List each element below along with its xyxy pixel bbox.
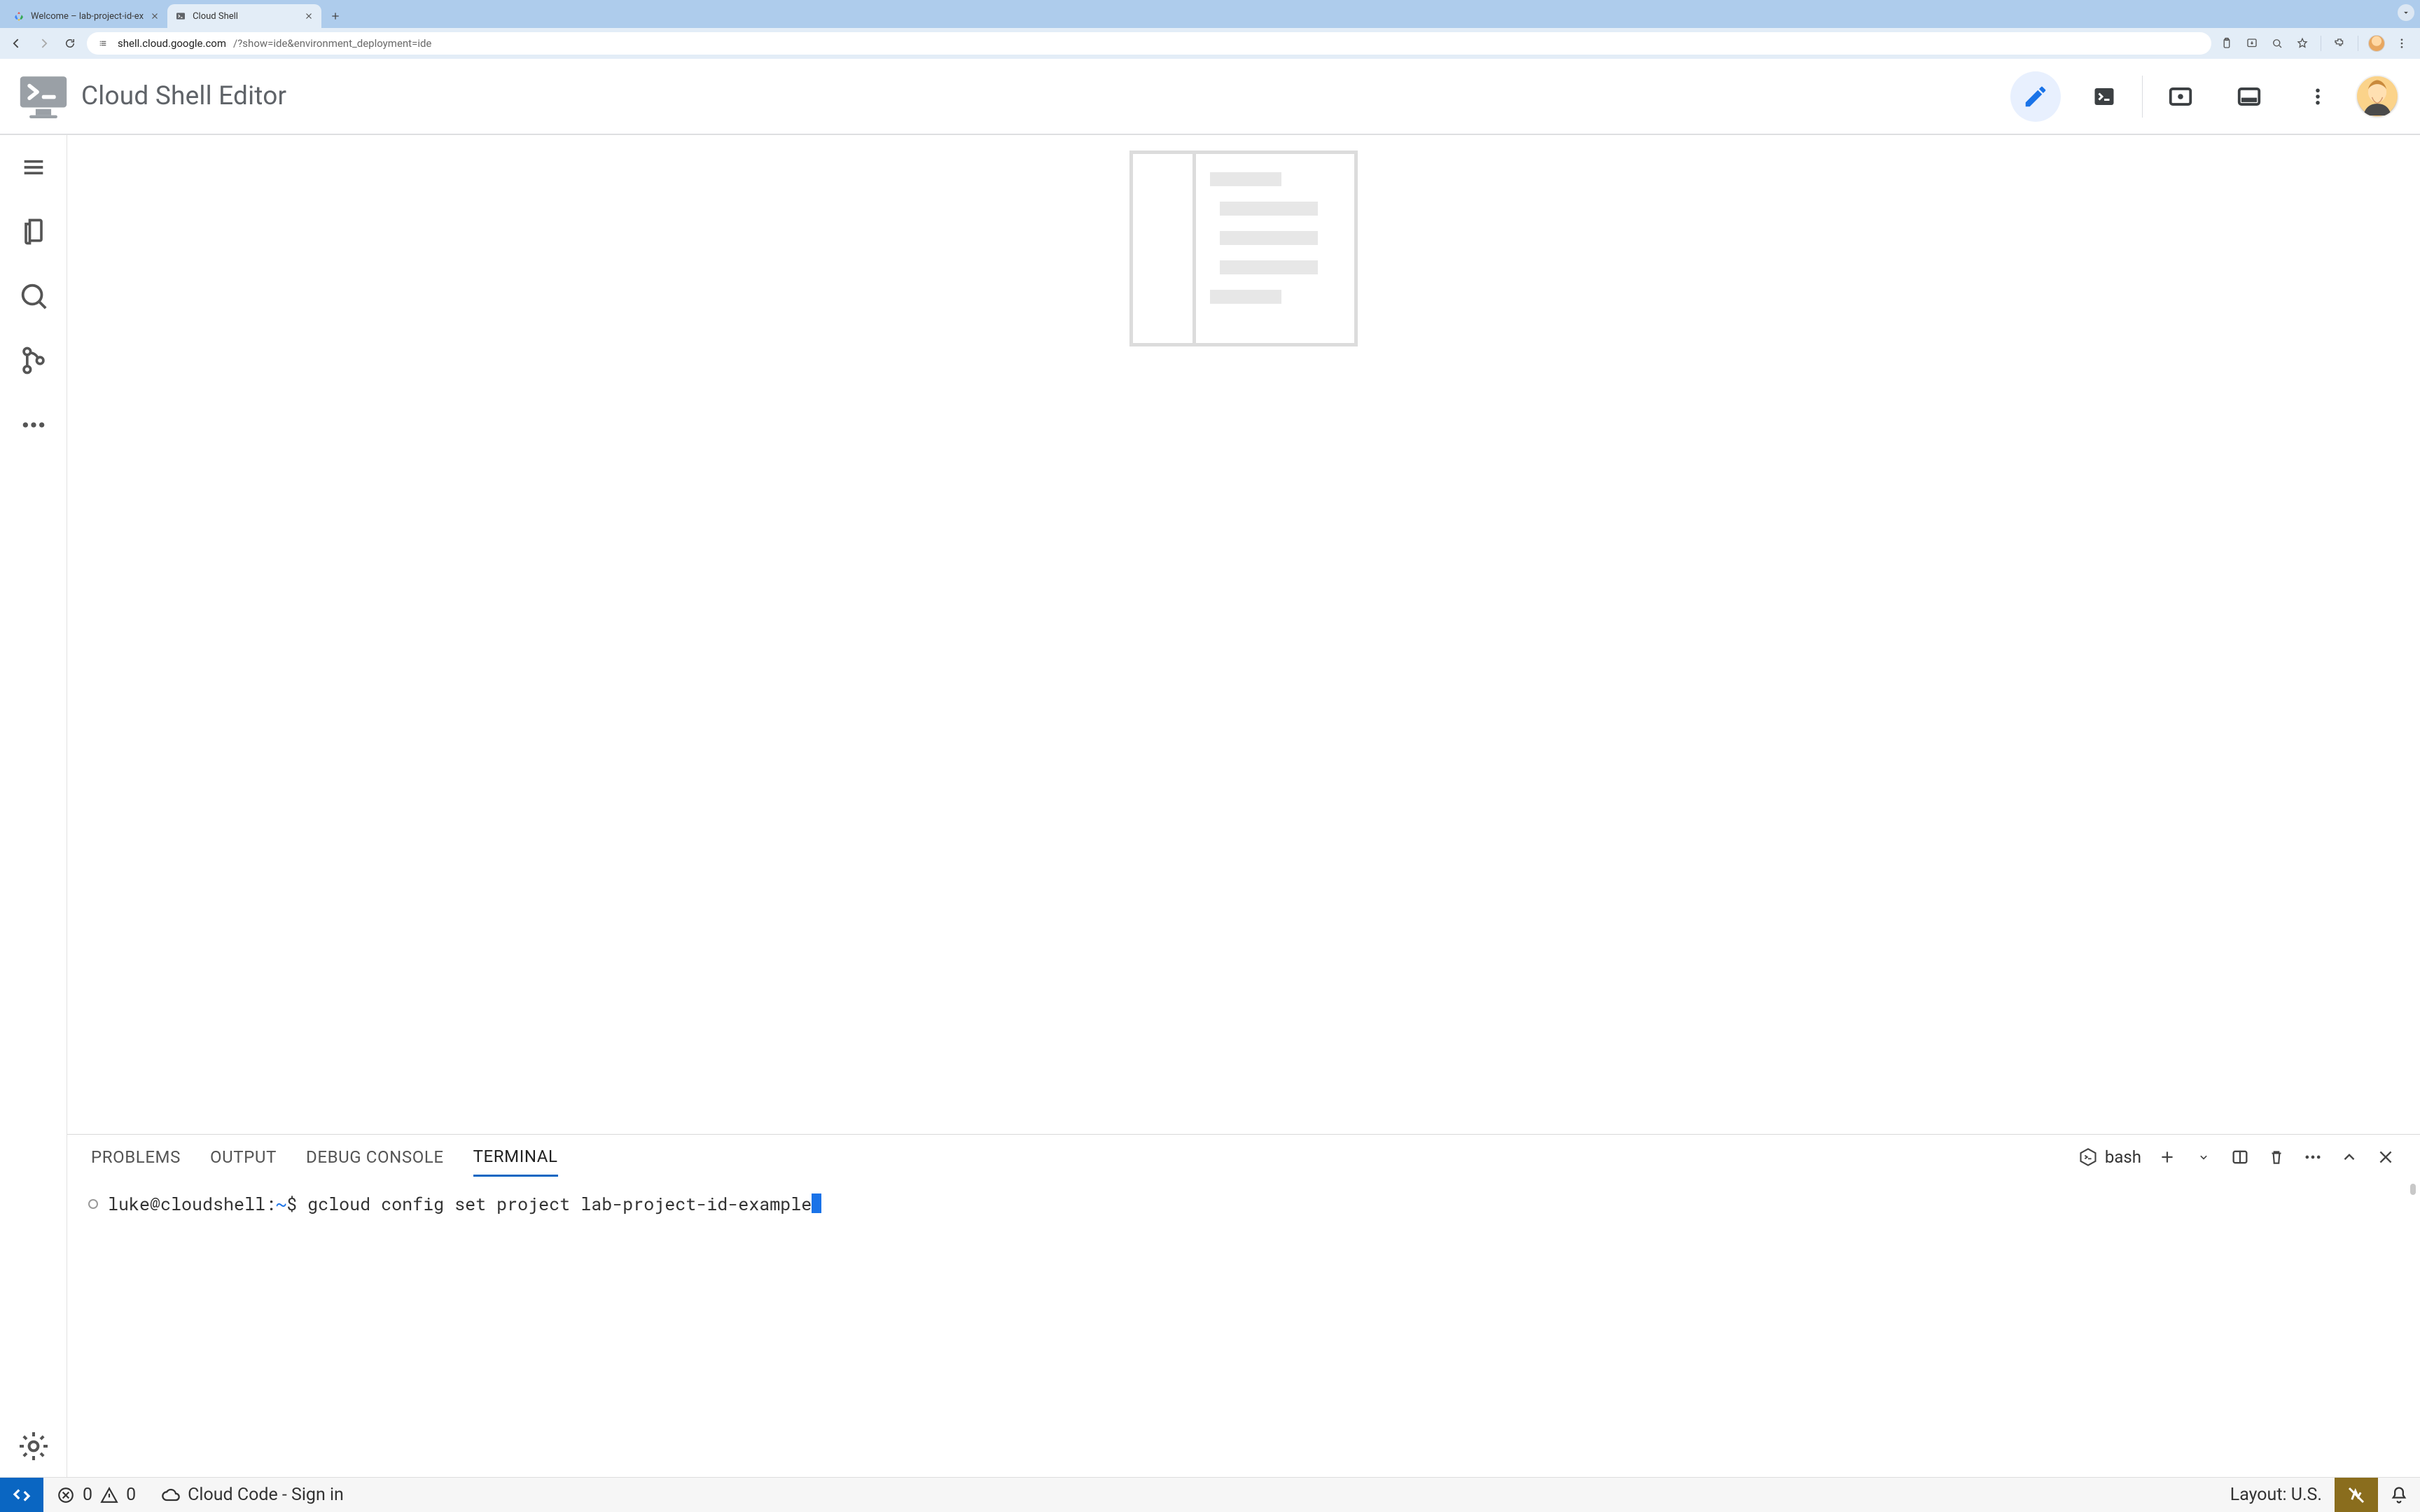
browser-tab-strip: Welcome – lab-project-id-ex Cloud Shell: [0, 0, 2420, 28]
error-count: 0: [83, 1485, 92, 1505]
layout-button[interactable]: [2224, 71, 2274, 122]
back-button[interactable]: [7, 34, 27, 53]
zoom-icon[interactable]: [2269, 35, 2286, 52]
terminal-command: gcloud config set project lab-project-id…: [307, 1192, 812, 1215]
browser-tab[interactable]: Welcome – lab-project-id-ex: [6, 4, 167, 28]
problems-status[interactable]: 0 0: [43, 1485, 148, 1505]
status-bar: 0 0 Cloud Code - Sign in Layout: U.S.: [0, 1477, 2420, 1512]
cloud-shell-favicon-icon: [174, 10, 187, 22]
menu-icon[interactable]: [17, 150, 50, 184]
terminal-cursor: [812, 1194, 821, 1213]
search-icon[interactable]: [17, 279, 50, 313]
terminal[interactable]: luke@cloudshell:~$ gcloud config set pro…: [67, 1180, 2420, 1228]
bottom-panel: PROBLEMS OUTPUT DEBUG CONSOLE TERMINAL b…: [67, 1134, 2420, 1477]
preview-button[interactable]: [2155, 71, 2206, 122]
more-views-icon[interactable]: [17, 408, 50, 442]
browser-tab-title: Welcome – lab-project-id-ex: [31, 11, 144, 22]
close-icon[interactable]: [303, 10, 314, 22]
tab-problems[interactable]: PROBLEMS: [91, 1139, 181, 1175]
gcp-favicon-icon: [13, 10, 25, 22]
terminal-scrollbar[interactable]: [2410, 1184, 2416, 1195]
error-icon: [56, 1485, 76, 1505]
status-disconnected-indicator[interactable]: [2335, 1478, 2378, 1512]
terminal-shell-selector[interactable]: bash: [2078, 1147, 2141, 1167]
chrome-menu-icon[interactable]: [2393, 35, 2410, 52]
warning-count: 0: [126, 1485, 136, 1505]
cloud-shell-logo-icon: [18, 75, 69, 118]
tab-debug-console[interactable]: DEBUG CONSOLE: [306, 1139, 444, 1175]
omnibox[interactable]: shell.cloud.google.com /?show=ide&environ…: [87, 32, 2211, 55]
browser-tab[interactable]: Cloud Shell: [167, 4, 321, 28]
install-app-icon[interactable]: [2244, 35, 2260, 52]
explorer-icon[interactable]: [17, 215, 50, 248]
tab-output[interactable]: OUTPUT: [210, 1139, 277, 1175]
site-info-icon[interactable]: [97, 36, 111, 50]
maximize-panel-icon[interactable]: [2339, 1147, 2360, 1168]
settings-gear-icon[interactable]: [17, 1429, 50, 1463]
split-terminal-icon[interactable]: [2230, 1147, 2251, 1168]
forward-button[interactable]: [34, 34, 53, 53]
bookmark-star-icon[interactable]: [2294, 35, 2311, 52]
omnibox-host: shell.cloud.google.com: [118, 37, 226, 50]
keyboard-layout-status[interactable]: Layout: U.S.: [2218, 1485, 2335, 1505]
cloud-code-status[interactable]: Cloud Code - Sign in: [148, 1485, 356, 1505]
cloud-code-label: Cloud Code - Sign in: [188, 1485, 344, 1505]
profile-avatar-small[interactable]: [2368, 35, 2385, 52]
activity-bar: [0, 135, 67, 1477]
cloud-shell-editor-header: Cloud Shell Editor: [0, 59, 2420, 134]
reload-button[interactable]: [60, 34, 80, 53]
panel-tab-bar: PROBLEMS OUTPUT DEBUG CONSOLE TERMINAL b…: [67, 1135, 2420, 1180]
open-terminal-button[interactable]: [2079, 71, 2129, 122]
warning-icon: [99, 1485, 119, 1505]
new-tab-button[interactable]: [326, 6, 345, 26]
editor-empty-state: [67, 135, 2420, 1134]
cloud-icon: [161, 1485, 181, 1505]
close-icon[interactable]: [149, 10, 160, 22]
terminal-shell-name: bash: [2105, 1147, 2141, 1167]
browser-address-bar: shell.cloud.google.com /?show=ide&environ…: [0, 28, 2420, 59]
panel-more-icon[interactable]: [2302, 1147, 2323, 1168]
kill-terminal-icon[interactable]: [2266, 1147, 2287, 1168]
omnibox-path: /?show=ide&environment_deployment=ide: [233, 37, 431, 50]
address-bar-actions: [2218, 35, 2413, 52]
page-title: Cloud Shell Editor: [81, 81, 286, 111]
source-control-icon[interactable]: [17, 344, 50, 377]
terminal-dropdown-icon[interactable]: [2193, 1147, 2214, 1168]
user-avatar[interactable]: [2356, 75, 2399, 118]
clipboard-icon[interactable]: [2218, 35, 2235, 52]
extensions-icon[interactable]: [2331, 35, 2348, 52]
open-editor-button[interactable]: [2010, 71, 2061, 122]
terminal-line: luke@cloudshell:~$ gcloud config set pro…: [88, 1192, 2399, 1215]
separator: [2142, 76, 2143, 118]
terminal-prompt: luke@cloudshell:~$ gcloud config set pro…: [108, 1192, 821, 1215]
ports-indicator-icon[interactable]: [88, 1199, 98, 1209]
tab-terminal[interactable]: TERMINAL: [473, 1138, 558, 1177]
tabs-dropdown-button[interactable]: [2398, 4, 2414, 21]
editor-placeholder-icon: [1129, 150, 1358, 346]
notifications-button[interactable]: [2378, 1478, 2420, 1512]
keyboard-layout-label: Layout: U.S.: [2230, 1485, 2322, 1505]
remote-indicator[interactable]: [0, 1478, 43, 1512]
new-terminal-button[interactable]: [2157, 1147, 2178, 1168]
close-panel-icon[interactable]: [2375, 1147, 2396, 1168]
browser-tab-title: Cloud Shell: [193, 11, 298, 22]
more-options-button[interactable]: [2293, 71, 2343, 122]
